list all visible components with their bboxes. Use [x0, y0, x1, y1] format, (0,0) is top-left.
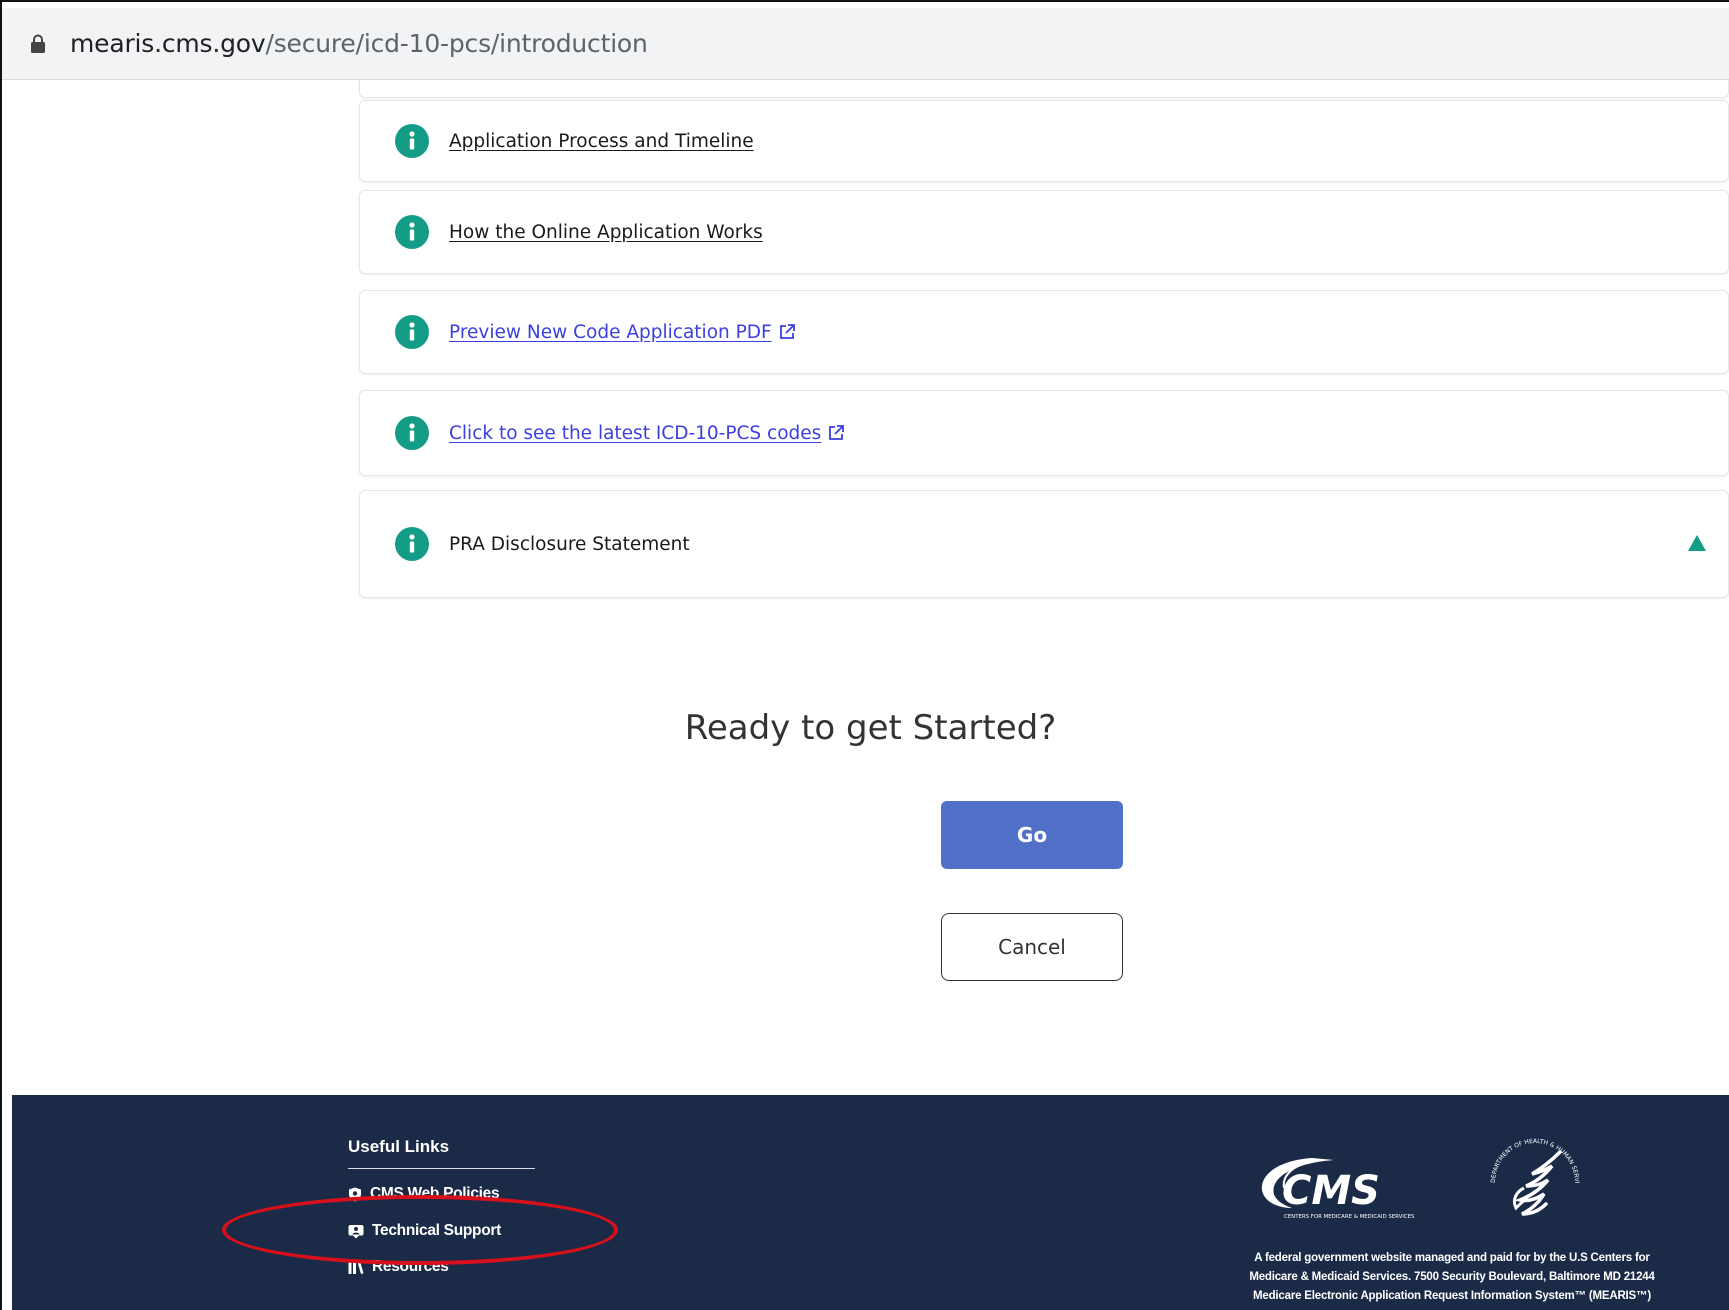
info-icon [395, 315, 429, 349]
cms-logo: CMS CENTERS FOR MEDICARE & MEDICAID SERV… [1261, 1158, 1415, 1220]
accordion-item-online-application[interactable]: How the Online Application Works [359, 190, 1729, 274]
info-icon [395, 527, 429, 561]
useful-links-divider [348, 1168, 535, 1169]
disclaimer-line: Medicare & Medicaid Services. 7500 Secur… [1249, 1271, 1655, 1283]
cms-logo-subtext: CENTERS FOR MEDICARE & MEDICAID SERVICES [1284, 1214, 1415, 1220]
external-link-icon [829, 425, 845, 440]
accordion-item-partial [359, 80, 1729, 98]
annotation-highlight-oval [222, 1195, 618, 1265]
url-path: /secure/icd-10-pcs/introduction [265, 29, 648, 58]
caret-up-icon[interactable] [1688, 535, 1706, 551]
accordion-item-preview-pdf[interactable]: Preview New Code Application PDF [359, 290, 1729, 374]
accordion-item-application-process[interactable]: Application Process and Timeline [359, 100, 1729, 182]
url-host: mearis.cms.gov [70, 29, 266, 58]
info-icon [395, 124, 429, 158]
external-link-icon [779, 324, 795, 339]
svg-text:DEPARTMENT OF HEALTH & HUMAN S: DEPARTMENT OF HEALTH & HUMAN SERVICES US… [1480, 1128, 1580, 1184]
hhs-seal-logo: DEPARTMENT OF HEALTH & HUMAN SERVICES US… [1480, 1128, 1580, 1216]
online-application-link[interactable]: How the Online Application Works [449, 222, 763, 243]
cancel-button[interactable]: Cancel [941, 913, 1123, 981]
preview-pdf-link[interactable]: Preview New Code Application PDF [449, 322, 772, 343]
pra-disclosure-label: PRA Disclosure Statement [449, 533, 690, 555]
accordion-item-latest-codes[interactable]: Click to see the latest ICD-10-PCS codes [359, 390, 1729, 476]
application-process-link[interactable]: Application Process and Timeline [449, 131, 754, 152]
url-text[interactable]: mearis.cms.gov/secure/icd-10-pcs/introdu… [70, 29, 648, 58]
ready-heading: Ready to get Started? [684, 708, 1057, 748]
accordion-item-pra-disclosure[interactable]: PRA Disclosure Statement [359, 490, 1729, 598]
page-content: Application Process and Timeline How the… [12, 80, 1729, 1095]
footer: Useful Links CMS Web Policies Technical … [12, 1095, 1729, 1310]
go-button[interactable]: Go [941, 801, 1123, 869]
address-bar[interactable]: mearis.cms.gov/secure/icd-10-pcs/introdu… [2, 8, 1729, 80]
info-icon [395, 416, 429, 450]
seal-text: DEPARTMENT OF HEALTH & HUMAN SERVICES US… [1480, 1128, 1580, 1184]
info-icon [395, 215, 429, 249]
latest-codes-link[interactable]: Click to see the latest ICD-10-PCS codes [449, 423, 821, 444]
useful-links-title: Useful Links [348, 1137, 450, 1156]
disclaimer-line: Medicare Electronic Application Request … [1253, 1290, 1651, 1302]
cms-logo-text: CMS [1282, 1168, 1380, 1214]
lock-icon [31, 34, 45, 53]
footer-disclaimer: A federal government website managed and… [1222, 1249, 1682, 1306]
disclaimer-line: A federal government website managed and… [1254, 1252, 1650, 1264]
